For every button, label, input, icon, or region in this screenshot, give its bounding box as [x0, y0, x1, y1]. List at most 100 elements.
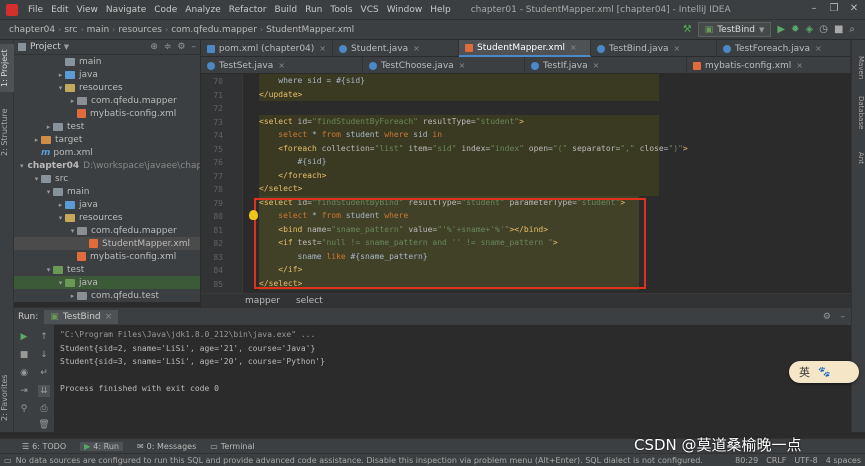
profile-icon[interactable]: ◷ — [819, 24, 828, 35]
menu-refactor[interactable]: Refactor — [225, 5, 271, 15]
rerun-icon[interactable]: ▶ — [18, 331, 30, 343]
code-editor[interactable]: 70 71 72 73 74 75 76 77 78 79 80 81 82 83 84 85 where s… — [201, 74, 851, 293]
tree-item[interactable]: ▸ java — [14, 68, 200, 81]
menu-window[interactable]: Window — [383, 5, 427, 15]
editor-tab[interactable]: TestForeach.java × — [717, 40, 851, 57]
editor-tab[interactable]: mybatis-config.xml × — [687, 57, 851, 74]
debug-icon[interactable]: ✹ — [791, 24, 799, 35]
trash-icon[interactable]: 🗑 — [38, 419, 50, 431]
tree-item[interactable]: ▾ test — [14, 263, 200, 276]
menu-edit[interactable]: Edit — [47, 5, 72, 15]
chevron-right-icon[interactable]: ▸ — [68, 97, 77, 105]
project-tool-tab[interactable]: 1: Project — [0, 44, 14, 92]
camera-icon[interactable]: ◉ — [18, 367, 30, 379]
run-tab-testbind[interactable]: ▣ TestBind × — [44, 309, 119, 324]
down-arrow-icon[interactable]: ↓ — [38, 349, 50, 361]
locate-icon[interactable]: ⊕ — [150, 42, 158, 52]
nav-crumb[interactable]: chapter04 — [6, 25, 58, 35]
editor-tab[interactable]: TestIf.java × — [525, 57, 687, 74]
run-tool-tab[interactable]: ▶ 4: Run — [80, 441, 123, 451]
chevron-right-icon[interactable]: ▸ — [68, 292, 77, 300]
caret-position[interactable]: 80:29 — [735, 456, 758, 465]
tree-item[interactable]: ▸ com.qfedu.test — [14, 289, 200, 302]
run-console[interactable]: "C:\Program Files\Java\jdk1.8.0_212\bin\… — [54, 325, 851, 432]
tree-item[interactable]: ▸ java — [14, 198, 200, 211]
menu-help[interactable]: Help — [426, 5, 455, 15]
menu-view[interactable]: View — [73, 5, 102, 15]
stop-icon[interactable]: ■ — [834, 24, 843, 35]
chevron-right-icon[interactable]: ▸ — [32, 136, 41, 144]
tree-item[interactable]: ▸ target — [14, 133, 200, 146]
menu-tools[interactable]: Tools — [326, 5, 356, 15]
menu-vcs[interactable]: VCS — [357, 5, 383, 15]
chevron-down-icon[interactable]: ▾ — [32, 175, 41, 183]
database-tool-tab[interactable]: Database — [853, 96, 865, 129]
close-icon[interactable]: × — [593, 61, 600, 70]
favorites-tool-tab[interactable]: 2: Favorites — [0, 370, 14, 426]
file-encoding[interactable]: UTF-8 — [794, 456, 817, 465]
editor-tab[interactable]: Student.java × — [333, 40, 459, 57]
tree-item[interactable]: mybatis-config.xml — [14, 107, 200, 120]
menu-build[interactable]: Build — [271, 5, 302, 15]
build-hammer-icon[interactable]: ⚒ — [683, 24, 692, 35]
chevron-down-icon[interactable]: ▼ — [64, 43, 69, 51]
menu-code[interactable]: Code — [150, 5, 181, 15]
breadcrumb-mapper[interactable]: mapper — [245, 296, 280, 306]
close-icon[interactable]: × — [815, 44, 822, 53]
menu-navigate[interactable]: Navigate — [102, 5, 150, 15]
ime-widget[interactable]: 英 🐾 — [789, 361, 859, 383]
nav-crumb[interactable]: StudentMapper.xml — [263, 25, 357, 35]
messages-tool-tab[interactable]: ✉ 0: Messages — [137, 442, 196, 451]
chevron-right-icon[interactable]: ▸ — [56, 71, 65, 79]
nav-crumb[interactable]: com.qfedu.mapper — [168, 25, 260, 35]
run-icon[interactable]: ▶ — [777, 24, 785, 35]
tree-item[interactable]: ▾chapter04D:\workspace\javaee\chapter0 — [14, 159, 200, 172]
chevron-down-icon[interactable]: ▾ — [56, 279, 65, 287]
menu-run[interactable]: Run — [301, 5, 326, 15]
editor-tab[interactable]: StudentMapper.xml × — [459, 40, 591, 57]
close-icon[interactable]: × — [278, 61, 285, 70]
nav-crumb[interactable]: src — [61, 25, 80, 35]
tree-item[interactable]: mybatis-config.xml — [14, 250, 200, 263]
up-arrow-icon[interactable]: ↑ — [38, 331, 50, 343]
menu-file[interactable]: File — [24, 5, 47, 15]
tree-item[interactable]: m pom.xml — [14, 146, 200, 159]
chevron-right-icon[interactable]: ▸ — [44, 123, 53, 131]
tree-item[interactable]: ▾ java — [14, 276, 200, 289]
editor-tab[interactable]: TestSet.java × — [201, 57, 363, 74]
chevron-down-icon[interactable]: ▾ — [44, 188, 53, 196]
tree-item[interactable]: main — [14, 55, 200, 68]
maximize-icon[interactable]: ❐ — [827, 2, 841, 16]
wrap-icon[interactable]: ↵ — [38, 367, 50, 379]
settings-gear-icon[interactable]: ⚙ — [823, 312, 831, 322]
menu-analyze[interactable]: Analyze — [181, 5, 224, 15]
close-icon[interactable]: ✕ — [847, 2, 861, 16]
tree-item[interactable]: StudentMapper.xml — [14, 237, 200, 250]
project-panel-title[interactable]: Project — [30, 42, 61, 52]
search-everywhere-icon[interactable]: ⌕ — [849, 24, 855, 35]
tree-item[interactable]: ▾ src — [14, 172, 200, 185]
exit-icon[interactable]: ⇥ — [18, 385, 30, 397]
scroll-to-end-icon[interactable]: ⇊ — [38, 385, 50, 397]
nav-crumb[interactable]: resources — [115, 25, 165, 35]
chevron-down-icon[interactable]: ▾ — [44, 266, 53, 274]
coverage-icon[interactable]: ◈ — [806, 24, 814, 35]
tree-item[interactable]: ▾ resources — [14, 81, 200, 94]
close-icon[interactable]: × — [105, 312, 113, 322]
status-message[interactable]: No data sources are configured to run th… — [16, 456, 703, 465]
close-icon[interactable]: × — [459, 61, 466, 70]
run-config-select[interactable]: ▣ TestBind ▼ — [697, 22, 772, 37]
tree-item[interactable]: ▾ resources — [14, 211, 200, 224]
close-icon[interactable]: × — [319, 44, 326, 53]
collapse-icon[interactable]: ≑ — [164, 42, 172, 52]
tree-item[interactable]: ▾ main — [14, 185, 200, 198]
print-icon[interactable]: ⎙ — [38, 403, 50, 415]
lightbulb-intention-icon[interactable] — [249, 210, 258, 220]
line-separator[interactable]: CRLF — [766, 456, 786, 465]
chevron-right-icon[interactable]: ▸ — [56, 201, 65, 209]
close-icon[interactable]: × — [674, 44, 681, 53]
chevron-down-icon[interactable]: ▾ — [56, 84, 65, 92]
breadcrumb-select[interactable]: select — [296, 296, 323, 306]
editor-tab[interactable]: TestBind.java × — [591, 40, 717, 57]
tree-item[interactable]: ▾ com.qfedu.mapper — [14, 224, 200, 237]
